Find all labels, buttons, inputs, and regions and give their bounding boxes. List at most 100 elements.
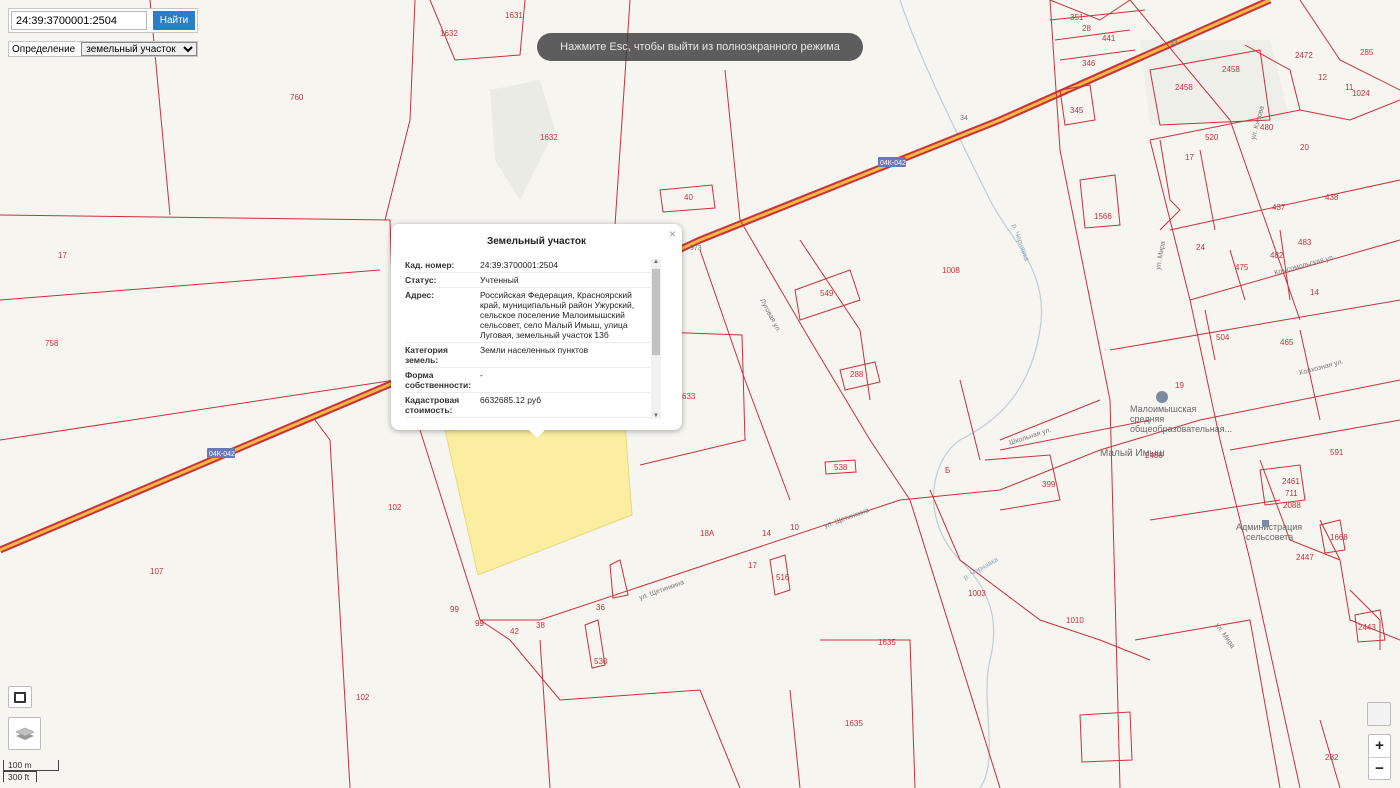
parcel-label: 17 [58,251,67,260]
scale-bar: 100 m 300 ft [3,760,59,782]
popup-title: Земельный участок [486,236,587,247]
parcel-label: 42 [510,627,519,636]
parcel-label: 516 [776,573,790,582]
map-tool-button[interactable] [1367,702,1391,726]
row-key: Кадастровая стоимость: [405,395,460,415]
place-label: Малый Имыш [1100,448,1165,459]
parcel-label: 12 [1318,73,1327,82]
row-value: Учтенный [480,275,519,285]
parcel-label: 2088 [1283,501,1301,510]
parcel-label: 1631 [505,11,523,20]
parcel-label: 24 [1196,243,1205,252]
scroll-thumb[interactable] [652,269,660,355]
scroll-up-icon[interactable]: ▲ [651,259,661,265]
parcel-label: 483 [1298,238,1312,247]
parcel-label: 591 [1330,448,1344,457]
parcel-label: 538 [834,463,848,472]
place-label: средняя [1130,414,1164,424]
row-key: Статус: [405,275,437,285]
parcel-label: 282 [1325,753,1339,762]
search-panel: Найти [8,8,198,33]
parcel-label: 2443 [1358,623,1376,632]
parcel-label: 711 [1285,489,1298,498]
parcel-label: 760 [290,93,304,102]
popup-table: Кад. номер: 24:39:3700001:2504 Статус: Учт… [405,258,653,418]
row-value: 6632685.12 руб [480,395,542,405]
parcel-info-popup: × Земельный участок Кад. номер: 24:39:370… [391,224,682,438]
parcel-label: 1635 [845,719,863,728]
parcel-label: 20 [1300,143,1309,152]
cadastral-map[interactable]: 1631 1632 1632 760 17 758 107 102 99 99 … [0,0,1400,788]
parcel-label: 102 [388,503,402,512]
place-label: сельсовета [1246,532,1293,542]
popup-row: Статус: Учтенный [405,273,653,288]
school-marker[interactable] [1156,391,1168,403]
parcel-label: 475 [1235,263,1249,272]
popup-row: Форма собственности: - [405,368,653,393]
parcel-label: 2447 [1296,553,1314,562]
definition-select[interactable]: земельный участок [81,42,198,56]
parcel-label: 19 [1175,381,1184,390]
zoom-in-button[interactable]: + [1369,735,1390,758]
parcel-label: 2461 [1282,477,1300,486]
parcel-label: 99 [450,605,459,614]
row-key: Категория земель: [405,345,448,365]
fullscreen-icon [14,691,26,703]
parcel-label: 2458 [1222,65,1240,74]
parcel-label: 1668 [1330,533,1348,542]
parcel-label: 288 [850,370,864,379]
svg-text:04К-042: 04К-042 [209,451,235,458]
parcel-label: 99 [475,619,484,628]
parcel-label: 1003 [968,589,986,598]
fullscreen-notice: Нажмите Esc, чтобы выйти из полноэкранно… [537,33,863,61]
parcel-label: 399 [1042,480,1056,489]
parcel-label: 438 [1325,193,1339,202]
road-number: 34 [960,115,968,122]
admin-marker[interactable] [1262,520,1269,527]
parcel-label: 437 [1272,203,1286,212]
zoom-out-button[interactable]: − [1369,758,1390,780]
place-label: Малоимышская [1130,404,1197,414]
row-value: 24:39:3700001:2504 [480,260,558,270]
parcel-label: 1632 [440,29,458,38]
definition-label: Определение [12,43,76,55]
layers-button[interactable] [8,717,41,750]
parcel-label: 633 [682,392,696,401]
popup-row: Кадастровая стоимость: 6632685.12 руб [405,393,653,418]
definition-panel: Определение земельный участок [8,41,199,57]
parcel-label: 549 [820,289,834,298]
scale-imperial: 300 ft [3,771,37,782]
row-value: Земли населенных пунктов [480,345,589,355]
row-key: Кад. номер: [405,260,455,270]
parcel-label: 38 [536,621,545,630]
scroll-down-icon[interactable]: ▼ [651,413,661,419]
parcel-label: 480 [1260,123,1274,132]
parcel-label: 2472 [1295,51,1313,60]
parcel-label: 530 [594,657,608,666]
parcel-label: 40 [684,193,693,202]
road-number: 33 [1170,40,1178,47]
parcel-label: 36 [596,603,605,612]
scale-metric: 100 m [3,760,59,771]
popup-row: Кад. номер: 24:39:3700001:2504 [405,258,653,273]
parcel-label: 504 [1216,333,1230,342]
parcel-label: 107 [150,567,164,576]
search-button[interactable]: Найти [153,11,195,30]
row-value: - [480,370,483,380]
place-label: Администрация [1236,522,1302,532]
parcel-label: 351 [1070,13,1084,22]
fullscreen-button[interactable] [8,686,32,708]
search-input[interactable] [11,11,147,30]
svg-text:04К-042: 04К-042 [880,160,906,167]
place-label: общеобразовательная... [1130,424,1232,434]
parcel-label: 520 [1205,133,1219,142]
row-key: Форма собственности: [405,370,472,390]
parcel-label: 1632 [540,133,558,142]
zoom-control: + − [1368,734,1391,780]
parcel-label: 482 [1270,251,1284,260]
parcel-label: 1008 [942,266,960,275]
popup-scrollbar[interactable]: ▲ ▼ [651,259,661,419]
parcel-label: 102 [356,693,370,702]
parcel-label: 28 [1082,24,1091,33]
parcel-label: 285 [1360,48,1374,57]
